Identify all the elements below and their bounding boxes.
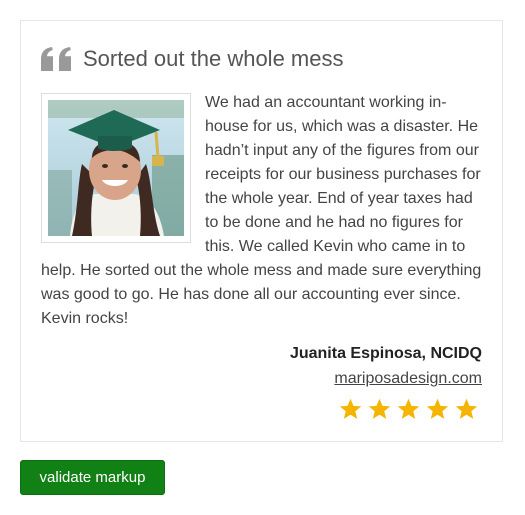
validate-markup-button[interactable]: validate markup: [20, 460, 165, 495]
person-photo: [48, 100, 184, 236]
star-icon: [397, 398, 420, 419]
star-icon: [455, 398, 478, 419]
star-icon: [368, 398, 391, 419]
star-icon: [339, 398, 362, 419]
photo-frame: [41, 93, 191, 243]
star-icon: [426, 398, 449, 419]
testimonial-card: Sorted out the whole mess We had an acco…: [20, 20, 503, 442]
testimonial-header: Sorted out the whole mess: [41, 43, 343, 75]
quote-icon: [41, 47, 71, 71]
author-name: Juanita Espinosa, NCIDQ: [289, 345, 482, 362]
testimonial-title: Sorted out the whole mess: [83, 45, 344, 71]
star-rating: [339, 398, 478, 420]
testimonial-body: We had an accountant working in-house fo…: [41, 91, 484, 331]
website-link[interactable]: mariposadesign.com: [334, 370, 482, 388]
